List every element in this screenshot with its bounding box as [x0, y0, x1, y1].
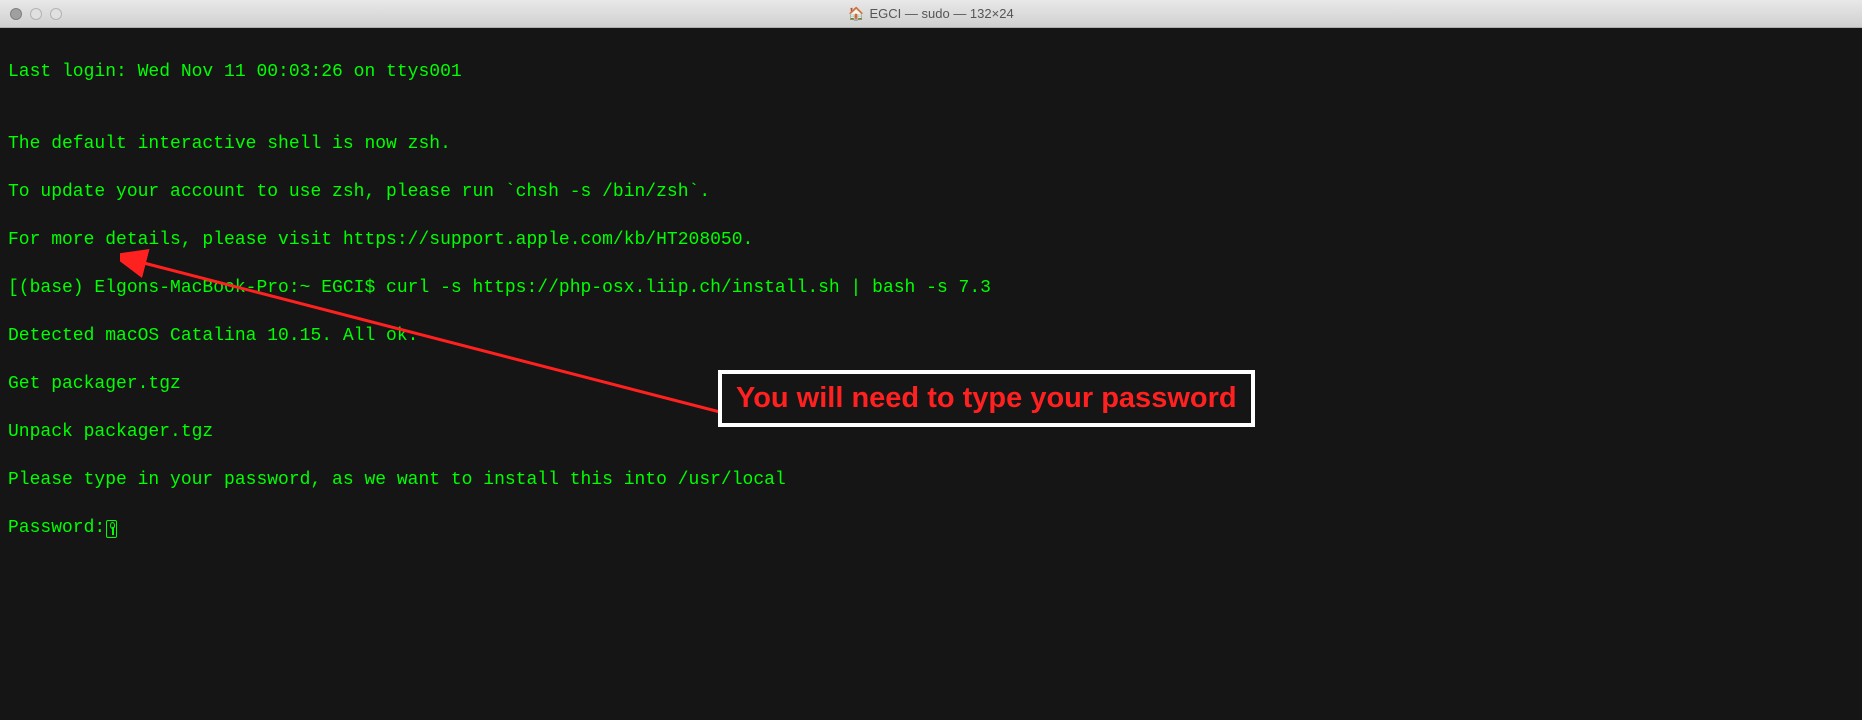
annotation-callout: You will need to type your password [718, 370, 1255, 427]
titlebar: 🏠 EGCI — sudo — 132×24 [0, 0, 1862, 28]
close-button[interactable] [10, 8, 22, 20]
home-icon: 🏠 [848, 6, 864, 22]
key-icon [106, 520, 117, 538]
terminal-line: Detected macOS Catalina 10.15. All ok. [8, 324, 1854, 348]
traffic-lights [10, 8, 62, 20]
window-title-text: EGCI — sudo — 132×24 [870, 6, 1014, 21]
terminal-line: To update your account to use zsh, pleas… [8, 180, 1854, 204]
maximize-button[interactable] [50, 8, 62, 20]
annotation-text: You will need to type your password [736, 382, 1237, 414]
terminal-line: Please type in your password, as we want… [8, 468, 1854, 492]
password-prompt: Password: [8, 518, 105, 538]
terminal-line: The default interactive shell is now zsh… [8, 132, 1854, 156]
terminal-line: [(base) Elgons-MacBook-Pro:~ EGCI$ curl … [8, 276, 1854, 300]
terminal-line: For more details, please visit https://s… [8, 228, 1854, 252]
window-title: 🏠 EGCI — sudo — 132×24 [848, 6, 1013, 22]
terminal-line: Last login: Wed Nov 11 00:03:26 on ttys0… [8, 60, 1854, 84]
minimize-button[interactable] [30, 8, 42, 20]
password-prompt-line: Password: [8, 516, 1854, 540]
